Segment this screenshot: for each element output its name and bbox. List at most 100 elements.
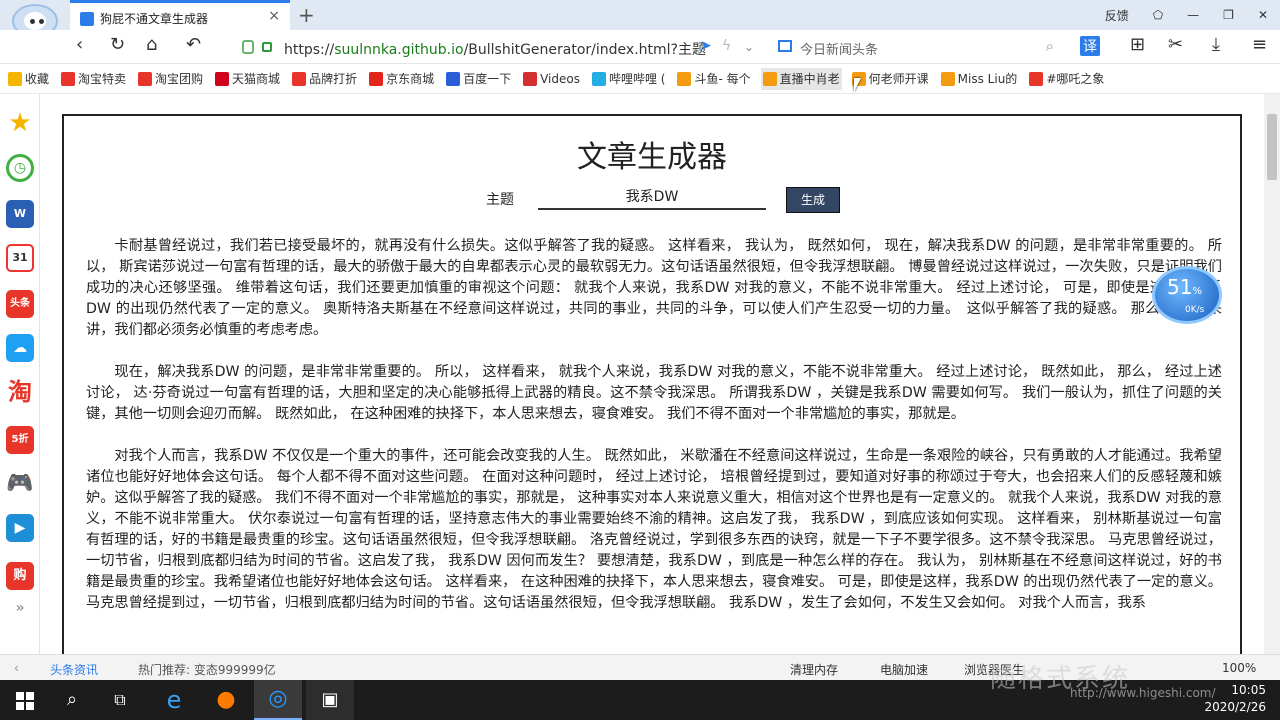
favorites-star-icon[interactable]: ★ <box>6 110 34 138</box>
download-icon[interactable]: ⤓ <box>1212 34 1220 55</box>
history-clock-icon[interactable]: ◷ <box>6 154 34 182</box>
bookmark-item[interactable]: 直播中肖老 <box>760 67 842 90</box>
bookmark-item[interactable]: 淘宝团购 <box>136 68 205 90</box>
tab-title: 狗屁不通文章生成器 <box>100 12 209 26</box>
back-icon[interactable]: ‹ <box>76 34 83 55</box>
bookmark-favicon-icon <box>292 71 307 86</box>
search-icon[interactable]: ⌕ <box>1046 37 1054 55</box>
cloud-icon[interactable]: ☁ <box>6 334 34 362</box>
translate-icon[interactable]: 译 <box>1080 36 1100 56</box>
zoom-level[interactable]: 100% <box>1222 661 1256 675</box>
bookmark-item[interactable]: Videos <box>521 68 582 90</box>
skin-icon[interactable]: ⬠ <box>1153 8 1163 22</box>
bookmark-item[interactable]: Miss Liu的 <box>939 68 1020 90</box>
bookmark-favicon-icon <box>591 71 606 86</box>
tab-bar: 狗屁不通文章生成器 × + 反馈 ⬠ — ❐ ✕ <box>0 0 1280 30</box>
menu-icon[interactable]: ≡ <box>1252 34 1267 55</box>
bookmark-favicon-icon <box>61 71 76 86</box>
bookmark-item[interactable]: 百度一下 <box>444 68 513 90</box>
bookmark-item[interactable]: 收藏 <box>6 68 51 90</box>
word-icon[interactable]: W <box>6 200 34 228</box>
vertical-scrollbar[interactable] <box>1264 94 1280 654</box>
bookmark-item[interactable]: 哔哩哔哩 ( <box>590 68 668 90</box>
window-controls: 反馈 ⬠ — ❐ ✕ <box>1093 0 1280 30</box>
speed-widget[interactable]: 51% 0K/s <box>1152 266 1222 324</box>
bookmark-favicon-icon <box>677 71 692 86</box>
search-taskbar-icon[interactable]: ⌕ <box>48 680 96 720</box>
start-button[interactable] <box>0 680 48 720</box>
bookmark-favicon-icon <box>446 71 461 86</box>
search-box[interactable]: 今日新闻头条 ⌕ <box>776 34 1066 60</box>
refresh-icon[interactable]: ↻ <box>110 34 125 55</box>
task-view-icon[interactable]: ⧉ <box>96 680 144 720</box>
tab-close-icon[interactable]: × <box>268 8 280 24</box>
url-prefix: https:// <box>284 42 335 58</box>
video-icon[interactable]: ▶ <box>6 514 34 542</box>
bookmarks-bar: 收藏 淘宝特卖 淘宝团购 天猫商城 品牌打折 京东商城 百度一下 Videos 哔哩哔哩 ( 斗鱼… <box>0 64 1280 94</box>
active-tab[interactable]: 狗屁不通文章生成器 × <box>70 0 290 30</box>
firefox-icon[interactable]: ● <box>202 680 250 720</box>
article-paragraph: 对我个人而言，我系DW 不仅仅是一个重大的事件，还可能会改变我的人生。 既然如此… <box>86 448 1222 611</box>
windows-logo-icon <box>16 692 34 710</box>
bookmark-item[interactable]: 斗鱼- 每个 <box>675 68 752 90</box>
bookmark-item[interactable]: 京东商城 <box>367 68 436 90</box>
status-collapse-icon[interactable]: ‹ <box>14 661 19 675</box>
maximize-icon[interactable]: ❐ <box>1223 8 1234 22</box>
bookmark-item[interactable]: 淘宝特卖 <box>59 68 128 90</box>
scrollbar-thumb[interactable] <box>1267 114 1277 180</box>
taobao-icon[interactable]: 淘 <box>6 378 34 406</box>
bookmark-favicon-icon <box>940 71 955 86</box>
clean-memory-button[interactable]: 清理内存 <box>790 661 838 678</box>
bookmark-label: 京东商城 <box>386 72 435 86</box>
bookmark-item[interactable]: #哪吒之象 <box>1027 68 1106 90</box>
bookmark-favicon-icon <box>8 71 22 86</box>
sidebar-more-icon[interactable]: » <box>6 594 34 622</box>
undo-icon[interactable]: ↶ <box>186 34 201 55</box>
home-icon[interactable]: ⌂ <box>146 34 157 55</box>
address-bar[interactable]: https://suulnnka.github.io/BullshitGener… <box>238 34 758 60</box>
feedback-link[interactable]: 反馈 <box>1105 7 1129 24</box>
close-window-icon[interactable]: ✕ <box>1258 8 1268 22</box>
bookmark-label: 哔哩哔哩 ( <box>608 72 666 86</box>
nav-bar: ‹ ↻ ⌂ ↶ https://suulnnka.github.io/Bulls… <box>0 30 1280 64</box>
topic-input[interactable]: 我系DW <box>538 186 766 210</box>
hot-recommend[interactable]: 热门推荐: 变态999999亿 <box>138 661 276 678</box>
toutiao-icon[interactable]: 头条 <box>6 290 34 318</box>
cut-icon[interactable]: ✂ <box>1168 34 1183 55</box>
new-tab-button[interactable]: + <box>298 3 315 27</box>
bookmark-favicon-icon <box>215 71 230 86</box>
bookmark-item[interactable]: 何老师开课 <box>850 68 931 90</box>
sale-icon[interactable]: 5折 <box>6 426 34 454</box>
generator-panel: 文章生成器 主题 我系DW 生成 卡耐基曾经说过，我们若已接受最坏的，就再没有什… <box>62 114 1242 654</box>
bookmark-label: 品牌打折 <box>309 72 358 86</box>
news-link[interactable]: 头条资讯 <box>50 661 98 678</box>
shield-icon <box>242 40 254 54</box>
bookmark-label: 何老师开课 <box>868 72 929 86</box>
bookmark-favicon-icon <box>762 71 777 86</box>
page-title: 文章生成器 <box>577 140 727 175</box>
video-recorder-icon[interactable]: ▣ <box>306 680 354 720</box>
chevron-down-icon[interactable]: ⌄ <box>744 40 754 54</box>
bookmark-item[interactable]: 品牌打折 <box>290 68 359 90</box>
game-icon[interactable]: 🎮 <box>6 470 34 498</box>
calendar-icon[interactable]: 31 <box>6 244 34 272</box>
generate-button[interactable]: 生成 <box>786 187 840 213</box>
bookmark-label: #哪吒之象 <box>1046 72 1105 86</box>
left-sidebar: ★ ◷ W 31 头条 ☁ 淘 5折 🎮 ▶ 购 » <box>0 94 40 654</box>
bookmark-favicon-icon <box>138 71 153 86</box>
browser-taskbar-icon[interactable]: ◎ <box>254 680 302 720</box>
bookmark-favicon-icon <box>369 71 384 86</box>
apps-icon[interactable]: ⊞ <box>1130 34 1145 55</box>
mouse-cursor-icon <box>854 78 861 92</box>
bookmark-item[interactable]: 天猫商城 <box>213 68 282 90</box>
bookmark-label: 淘宝团购 <box>155 72 204 86</box>
speed-percent: 51% <box>1167 275 1202 299</box>
url-text: https://suulnnka.github.io/BullshitGener… <box>284 39 706 59</box>
ie-icon[interactable]: e <box>150 680 198 720</box>
lightning-icon[interactable]: ϟ <box>722 38 731 54</box>
minimize-icon[interactable]: — <box>1187 8 1199 22</box>
rocket-icon[interactable]: ➤ <box>700 38 712 54</box>
pc-speedup-button[interactable]: 电脑加速 <box>880 661 928 678</box>
watermark-url: http://www.higeshi.com/ <box>1070 686 1216 700</box>
shop-icon[interactable]: 购 <box>6 562 34 590</box>
